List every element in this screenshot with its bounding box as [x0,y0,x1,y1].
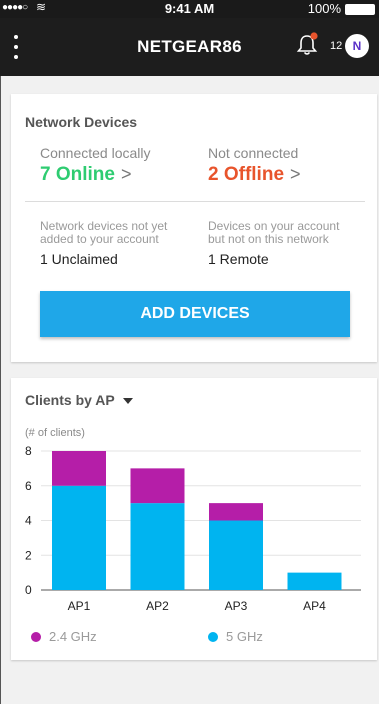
legend-item-ghz5: 5 GHz [208,629,263,644]
clients-by-ap-card: Clients by AP (# of clients) 0 2 4 6 8 AP1 AP2 A… [11,378,377,660]
bar-ap2-ghz5 [130,503,185,590]
unclaimed-count[interactable]: 1 Unclaimed [40,251,118,267]
y-tick-label: 6 [25,479,32,493]
legend-label-ghz24: 2.4 GHz [49,629,97,644]
avatar[interactable]: N [345,34,369,58]
connected-locally-label: Connected locally [40,145,151,161]
y-axis-label: (# of clients) [25,427,85,439]
offline-count-link[interactable]: 2 Offline > [208,164,301,186]
not-connected-label: Not connected [208,145,299,161]
network-devices-card: Network Devices Connected locally 7 Onli… [11,94,377,362]
bar-ap3-ghz5 [209,520,263,590]
page-title: NETGEAR86 [137,37,242,56]
online-count: 7 Online [40,164,115,185]
unclaimed-description: Network devices not yet added to your ac… [40,219,168,246]
network-devices-title: Network Devices [25,114,138,130]
x-tick-label: AP3 [225,599,248,613]
legend-item-ghz24: 2.4 GHz [31,629,97,644]
ghz5-dot [208,632,218,642]
left-edge-divider [0,76,1,704]
bar-ap1-ghz5 [52,485,106,590]
status-bar: ●●●●○ ≋ 9:41 AM 100% [0,0,379,18]
x-tick-label: AP4 [303,599,326,613]
battery-percent: 100% [307,1,341,16]
app-header: NETGEAR86 12 N [0,18,379,76]
chevron-right-icon: > [290,164,301,184]
bar-ap1-ghz24 [52,451,106,486]
y-tick-label: 0 [25,583,32,597]
notification-dot [310,32,318,40]
x-tick-label: AP1 [68,599,91,613]
chevron-right-icon: > [120,164,132,184]
offline-count: 2 Offline [208,164,285,185]
legend-label-ghz5: 5 GHz [226,629,263,644]
ghz24-dot [31,632,41,642]
add-devices-button[interactable]: ADD DEVICES [40,291,350,337]
clients-chart: (# of clients) 0 2 4 6 8 AP1 AP2 AP3 AP4 [25,427,361,613]
y-tick-label: 4 [25,514,32,528]
x-tick-label: AP2 [146,599,169,613]
online-count-link[interactable]: 7 Online > [40,164,131,186]
card-divider [25,201,365,202]
notification-count: 12 [330,40,343,52]
remote-description: Devices on your account but not on this … [208,219,340,246]
bar-ap3-ghz24 [209,503,263,521]
bell-icon[interactable] [295,31,319,57]
battery-icon [345,4,375,15]
y-tick-label: 2 [25,548,32,562]
y-tick-label: 8 [25,444,32,458]
bar-ap4-ghz5 [287,572,342,590]
remote-count[interactable]: 1 Remote [208,251,269,267]
bar-ap2-ghz24 [130,468,185,504]
